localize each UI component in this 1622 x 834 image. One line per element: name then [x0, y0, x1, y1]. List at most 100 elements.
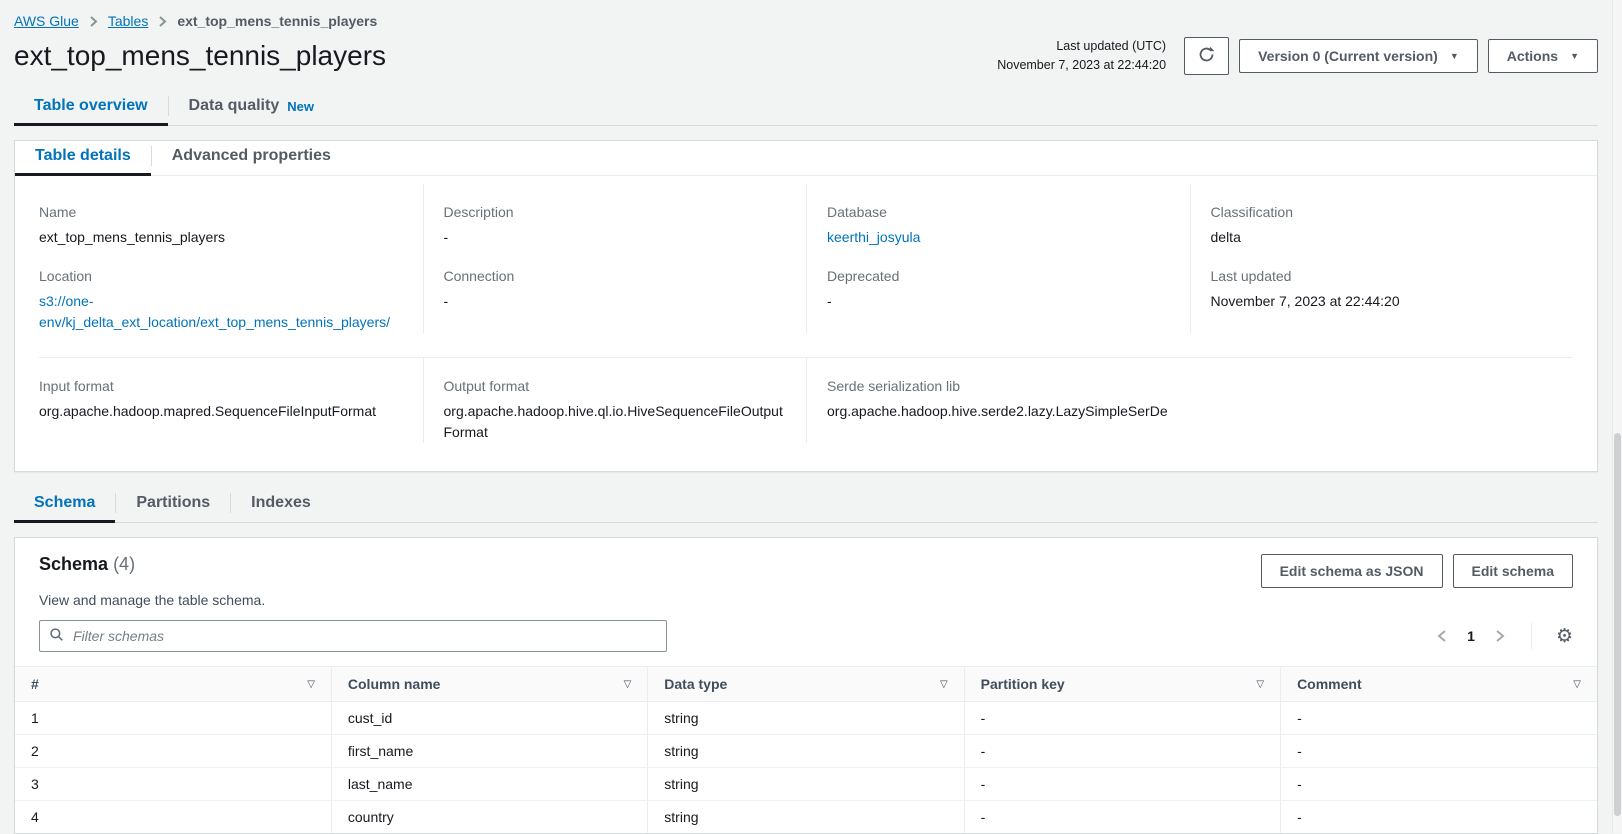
column-header-column-name: Column name ▽ [331, 667, 647, 702]
cell-comment: - [1281, 801, 1597, 834]
tab-partitions[interactable]: Partitions [116, 488, 230, 522]
version-dropdown[interactable]: Version 0 (Current version) ▼ [1239, 39, 1478, 73]
caret-down-icon: ▼ [1570, 52, 1579, 61]
breadcrumb-aws-glue[interactable]: AWS Glue [14, 13, 79, 29]
cell-partition-key: - [964, 768, 1280, 801]
schema-table-header-row: # ▽ Column name ▽ Data type ▽ [15, 667, 1597, 702]
table-row: 3 last_name string - - [15, 768, 1597, 801]
page-header: ext_top_mens_tennis_players Last updated… [14, 37, 1598, 75]
column-header-comment: Comment ▽ [1281, 667, 1597, 702]
table-row: 4 country string - - [15, 801, 1597, 834]
cell-partition-key: - [964, 801, 1280, 834]
page-content: AWS Glue Tables ext_top_mens_tennis_play… [14, 0, 1598, 834]
refresh-button[interactable] [1184, 37, 1229, 75]
cell-index: 2 [15, 735, 331, 768]
field-connection: Connection - [423, 248, 807, 333]
details-tabbar: Table details Advanced properties [15, 141, 1597, 176]
cell-data-type: string [648, 702, 964, 735]
filter-schemas-input[interactable] [71, 627, 657, 645]
schema-card-header: Schema (4) Edit schema as JSON Edit sche… [15, 538, 1597, 588]
tab-indexes-label: Indexes [251, 494, 311, 512]
column-header-partition-key: Partition key ▽ [964, 667, 1280, 702]
tab-schema[interactable]: Schema [14, 488, 115, 522]
field-serde-value: org.apache.hadoop.hive.serde2.lazy.LazyS… [827, 401, 1553, 422]
filter-triangle-icon[interactable]: ▽ [1573, 679, 1581, 690]
cell-column-name: country [331, 801, 647, 834]
field-connection-value: - [444, 291, 787, 312]
schema-card: Schema (4) Edit schema as JSON Edit sche… [14, 537, 1598, 834]
schema-filter-row: 1 ⚙ [15, 608, 1597, 666]
filter-triangle-icon[interactable]: ▽ [1256, 679, 1264, 690]
field-serde-label: Serde serialization lib [827, 378, 1553, 394]
tab-table-overview[interactable]: Table overview [14, 91, 168, 125]
refresh-icon [1198, 46, 1215, 66]
tab-data-quality[interactable]: Data quality New [169, 91, 334, 125]
column-header-column-name-label: Column name [348, 676, 441, 692]
next-page-button[interactable] [1493, 627, 1507, 645]
table-row: 2 first_name string - - [15, 735, 1597, 768]
vertical-scrollbar[interactable] [1612, 0, 1622, 833]
caret-down-icon: ▼ [1450, 52, 1459, 61]
schema-header-buttons: Edit schema as JSON Edit schema [1261, 554, 1573, 588]
field-deprecated-value: - [827, 291, 1170, 312]
field-input-format-label: Input format [39, 378, 403, 394]
location-link[interactable]: s3://one-env/kj_delta_ext_location/ext_t… [39, 291, 403, 333]
cell-index: 4 [15, 801, 331, 834]
field-output-format-label: Output format [444, 378, 787, 394]
field-classification-label: Classification [1211, 204, 1554, 220]
cell-comment: - [1281, 702, 1597, 735]
cell-comment: - [1281, 768, 1597, 801]
cell-comment: - [1281, 735, 1597, 768]
edit-schema-json-button[interactable]: Edit schema as JSON [1261, 554, 1443, 588]
field-output-format-value: org.apache.hadoop.hive.ql.io.HiveSequenc… [444, 401, 787, 443]
actions-dropdown-label: Actions [1507, 48, 1558, 64]
edit-schema-button[interactable]: Edit schema [1453, 554, 1573, 588]
field-classification: Classification delta [1190, 184, 1574, 248]
tab-partitions-label: Partitions [136, 494, 210, 512]
tab-table-details[interactable]: Table details [15, 141, 151, 175]
tab-table-overview-label: Table overview [34, 97, 148, 115]
page-number[interactable]: 1 [1465, 628, 1477, 644]
tab-advanced-properties[interactable]: Advanced properties [152, 141, 351, 175]
schema-count: (4) [113, 554, 135, 574]
field-input-format-value: org.apache.hadoop.mapred.SequenceFileInp… [39, 401, 403, 422]
table-row: 1 cust_id string - - [15, 702, 1597, 735]
field-description-label: Description [444, 204, 787, 220]
tab-indexes[interactable]: Indexes [231, 488, 331, 522]
breadcrumb-tables[interactable]: Tables [108, 13, 148, 29]
actions-dropdown[interactable]: Actions ▼ [1488, 39, 1598, 73]
filter-triangle-icon[interactable]: ▽ [940, 679, 948, 690]
field-description-value: - [444, 227, 787, 248]
scrollbar-thumb[interactable] [1614, 433, 1621, 816]
database-link[interactable]: keerthi_josyula [827, 227, 920, 248]
top-tabbar: Table overview Data quality New [14, 91, 1598, 126]
chevron-right-icon [158, 15, 167, 28]
column-header-data-type: Data type ▽ [648, 667, 964, 702]
field-last-updated-value: November 7, 2023 at 22:44:20 [1211, 291, 1554, 312]
field-database-label: Database [827, 204, 1170, 220]
field-connection-label: Connection [444, 268, 787, 284]
cell-index: 3 [15, 768, 331, 801]
search-icon [49, 627, 64, 645]
schema-title-text: Schema [39, 554, 108, 574]
settings-gear-icon[interactable]: ⚙ [1556, 627, 1573, 646]
field-location-label: Location [39, 268, 403, 284]
previous-page-button[interactable] [1435, 627, 1449, 645]
last-updated-text: Last updated (UTC) November 7, 2023 at 2… [997, 37, 1166, 75]
cell-data-type: string [648, 735, 964, 768]
column-header-partition-key-label: Partition key [981, 676, 1065, 692]
field-database: Database keerthi_josyula [806, 184, 1190, 248]
breadcrumb: AWS Glue Tables ext_top_mens_tennis_play… [14, 0, 1598, 29]
version-dropdown-label: Version 0 (Current version) [1258, 48, 1438, 64]
schema-description: View and manage the table schema. [15, 588, 1597, 608]
column-header-comment-label: Comment [1297, 676, 1362, 692]
filter-triangle-icon[interactable]: ▽ [624, 679, 632, 690]
filter-triangle-icon[interactable]: ▽ [307, 679, 315, 690]
field-deprecated-label: Deprecated [827, 268, 1170, 284]
cell-partition-key: - [964, 702, 1280, 735]
cell-index: 1 [15, 702, 331, 735]
schema-table: # ▽ Column name ▽ Data type ▽ [15, 666, 1597, 833]
details-grid: Name ext_top_mens_tennis_players Descrip… [15, 176, 1597, 471]
pager-divider [1531, 623, 1532, 649]
breadcrumb-current: ext_top_mens_tennis_players [177, 13, 377, 29]
